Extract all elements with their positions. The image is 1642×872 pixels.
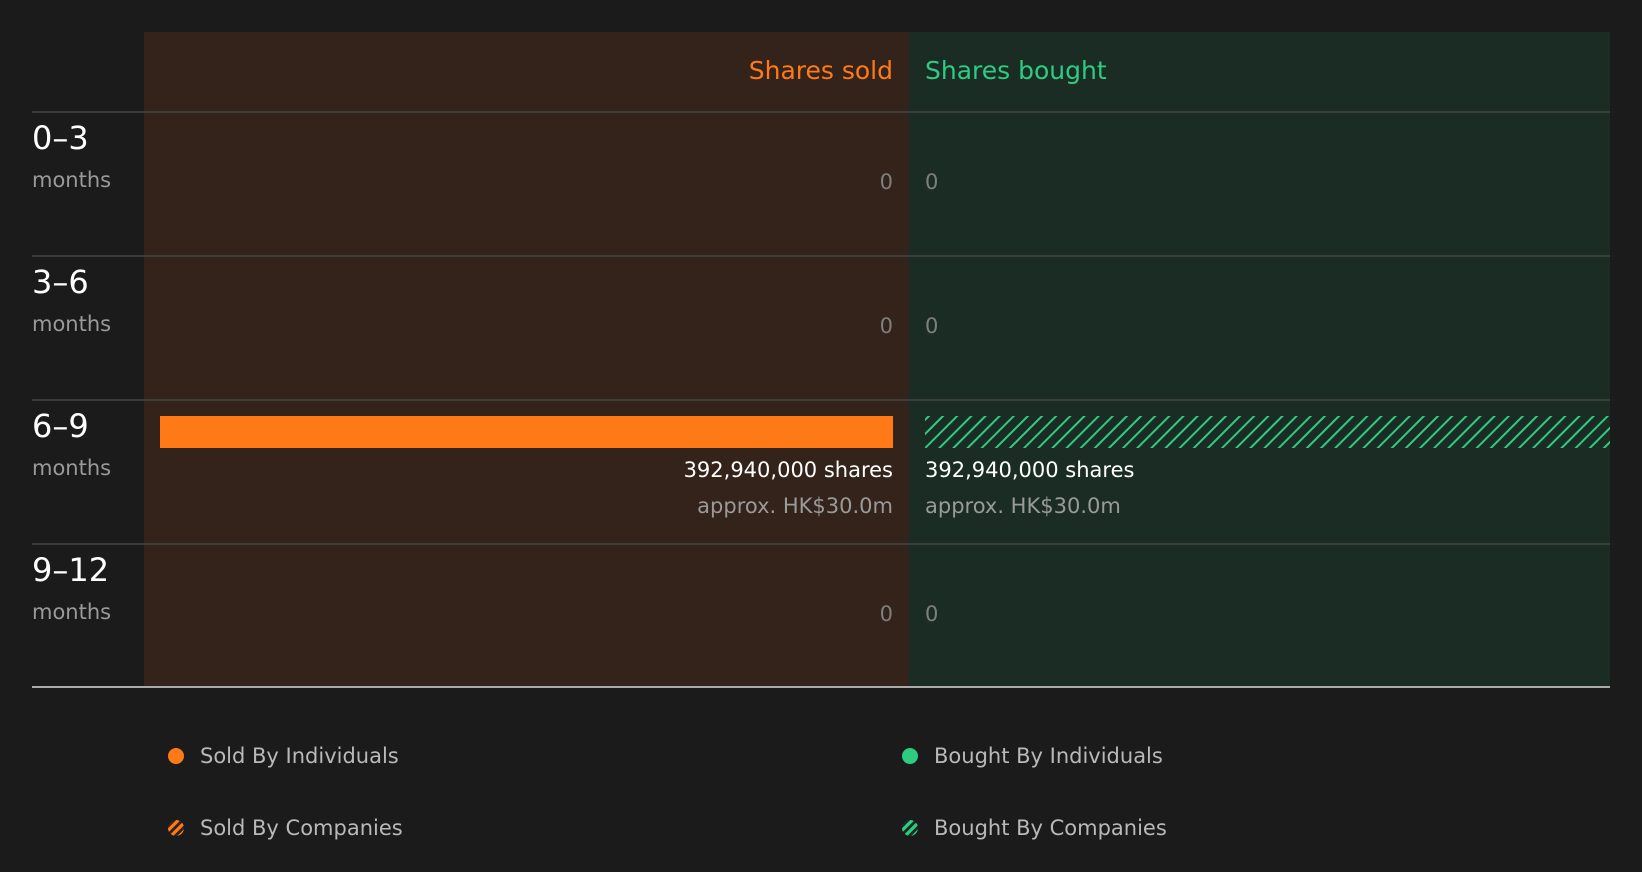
sold-zero-label: 0 — [880, 602, 893, 626]
legend-hatched-swatch-icon — [902, 820, 918, 836]
bought-zero-label: 0 — [925, 170, 938, 194]
legend-solid-swatch-icon — [902, 748, 918, 764]
bought-zero-label: 0 — [925, 602, 938, 626]
sold-panel — [144, 32, 909, 687]
bought-shares-label: 392,940,000 shares — [925, 458, 1134, 482]
sold-bar — [160, 416, 893, 448]
bought-panel — [909, 32, 1610, 687]
sold-zero-label: 0 — [880, 314, 893, 338]
legend-label: Sold By Individuals — [200, 744, 399, 768]
legend-item: Sold By Companies — [168, 814, 403, 842]
period-range-label: 6–9 — [32, 407, 89, 445]
period-range-label: 3–6 — [32, 263, 89, 301]
period-range-label: 0–3 — [32, 119, 89, 157]
legend-item: Bought By Companies — [902, 814, 1167, 842]
legend-item: Sold By Individuals — [168, 742, 399, 770]
legend-hatched-swatch-icon — [168, 820, 184, 836]
sold-shares-label: 392,940,000 shares — [684, 458, 893, 482]
sold-header: Shares sold — [749, 56, 893, 85]
legend-label: Bought By Individuals — [934, 744, 1163, 768]
legend-label: Bought By Companies — [934, 816, 1167, 840]
period-range-label: 9–12 — [32, 551, 109, 589]
bought-value-label: approx. HK$30.0m — [925, 494, 1121, 518]
period-unit-label: months — [32, 312, 111, 336]
period-unit-label: months — [32, 456, 111, 480]
bought-header: Shares bought — [925, 56, 1107, 85]
bought-zero-label: 0 — [925, 314, 938, 338]
period-unit-label: months — [32, 168, 111, 192]
insider-trading-chart: Shares sold Shares bought 0–3 months 0 0 3–6… — [32, 32, 1610, 688]
period-unit-label: months — [32, 600, 111, 624]
sold-zero-label: 0 — [880, 170, 893, 194]
legend-label: Sold By Companies — [200, 816, 403, 840]
legend-solid-swatch-icon — [168, 748, 184, 764]
bought-bar — [925, 416, 1610, 448]
legend-item: Bought By Individuals — [902, 742, 1163, 770]
sold-value-label: approx. HK$30.0m — [697, 494, 893, 518]
